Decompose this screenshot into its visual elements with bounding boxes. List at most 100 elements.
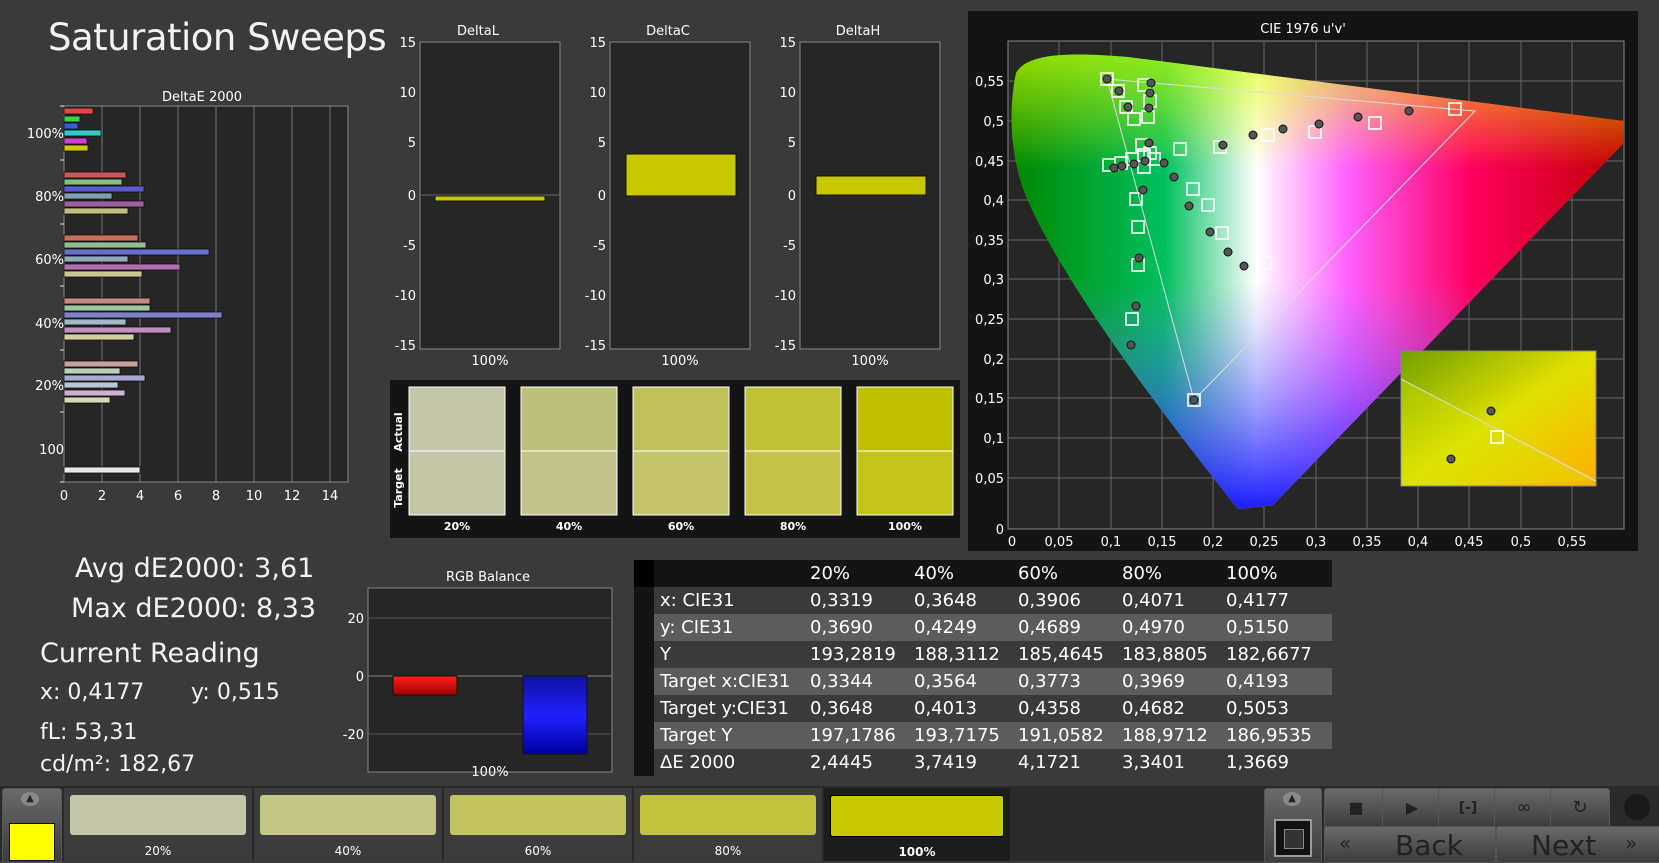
cie-y-tick: 0,1 [983,432,1004,447]
status-indicator [1624,794,1650,820]
deltae-x-tick: 2 [98,489,106,504]
stop-toggle-button[interactable]: ▲ [1264,788,1322,863]
refresh-icon: ↻ [1572,797,1588,818]
deltae-row-label: 100 [39,443,64,458]
infinity-icon: ∞ [1516,797,1532,818]
sweep-swatch-label: 60% [524,844,552,858]
cie-y-tick: 0,2 [983,353,1004,368]
deltae-row-label: 20% [35,379,64,394]
sweep-swatch-label: 80% [714,844,742,858]
actual-label: Actual [392,412,405,451]
cie-y-tick: 0,4 [983,194,1004,209]
cie-x-tick: 0,15 [1148,535,1177,550]
header-cell: 80% [1122,563,1163,584]
deltae-row-label: 60% [35,253,64,268]
deltah-tick: 10 [779,86,796,101]
deltae-x-tick: 14 [322,489,339,504]
header-cell: 20% [810,563,851,584]
cie-x-tick: 0,05 [1045,535,1074,550]
deltae-x-tick: 0 [60,489,68,504]
sweep-swatch-60[interactable]: 60% [444,788,634,861]
stop-button[interactable]: ■ [1324,788,1388,828]
rgb-tick: 0 [356,670,364,685]
square-icon [1274,819,1312,857]
table-row: Y 193,2819 188,3112 185,4645 183,8805 182,667… [634,641,1332,668]
sweep-swatch-100[interactable]: 100% [824,788,1012,861]
back-button[interactable]: « Back [1324,826,1496,863]
table-row: Target x:CIE31 0,3344 0,3564 0,3773 0,3969 0,… [634,668,1332,695]
deltal-tick: -15 [395,339,416,354]
deltae-row-label: 40% [35,317,64,332]
deltah-category: 100% [851,354,888,369]
actual-swatch-80 [744,386,842,452]
actual-swatch-100 [856,386,954,452]
deltae-x-tick: 10 [246,489,263,504]
table-row: x: CIE31 0,3319 0,3648 0,3906 0,4071 0,4177 [634,587,1332,614]
cie-x-tick: 0,25 [1250,535,1279,550]
next-button[interactable]: Next » [1496,826,1659,863]
deltac-tick: 15 [589,36,606,51]
deltae-row-label: 100% [27,127,64,142]
loop-button[interactable]: ∞ [1494,788,1554,828]
max-de: Max dE2000: 8,33 [71,593,317,624]
deltah-tick: -15 [775,339,796,354]
cie-y-tick: 0 [996,523,1004,538]
sweep-swatch-20[interactable]: 20% [64,788,254,861]
cie-y-tick: 0,05 [975,472,1004,487]
deltah-tick: -5 [783,239,796,254]
cie-y-tick: 0,55 [975,75,1004,90]
cie-x-tick: 0,35 [1353,535,1382,550]
table-header-row: 20% 40% 60% 80% 100% [634,560,1332,587]
target-swatch-40 [520,450,618,516]
deltac-tick: 10 [589,86,606,101]
deltac-tick: -5 [593,239,606,254]
cie-x-tick: 0,2 [1203,535,1224,550]
swatch-label: 40% [556,520,582,533]
deltah-chart [799,41,941,350]
rgb-tick: 20 [347,612,364,627]
color-picker-button[interactable]: ▲ [2,788,62,863]
back-label: Back [1395,829,1463,862]
target-swatch-20 [408,450,506,516]
refresh-button[interactable]: ↻ [1550,788,1610,828]
header-cell: 40% [914,563,955,584]
table-row: ΔE 2000 2,4445 3,7419 4,1721 3,3401 1,3669 [634,749,1332,776]
fit-button[interactable]: [-] [1438,788,1498,828]
play-button[interactable]: ▶ [1382,788,1442,828]
stop-icon: ■ [1348,798,1364,817]
deltac-tick: 0 [598,189,606,204]
deltal-tick: 10 [399,86,416,101]
deltae-chart: 100% 80% 60% 40% 20% 100 0 2 4 6 8 10 12… [27,105,349,504]
deltah-tick: 5 [788,136,796,151]
cie-zoom-inset [1400,350,1597,487]
rgb-tick: -20 [343,728,364,743]
red-bar [392,675,458,696]
actual-swatch-60 [632,386,730,452]
deltal-tick: 5 [408,136,416,151]
cie-x-tick: 0,45 [1455,535,1484,550]
table-row: y: CIE31 0,3690 0,4249 0,4689 0,4970 0,5150 [634,614,1332,641]
cie-x-tick: 0 [1008,535,1016,550]
sweep-swatch-40[interactable]: 40% [254,788,444,861]
cie-y-tick: 0,3 [983,273,1004,288]
sweep-swatch-80[interactable]: 80% [634,788,824,861]
deltae-row-label: 80% [35,190,64,205]
current-color-swatch [9,823,55,861]
actual-swatch-20 [408,386,506,452]
deltac-tick: -10 [585,289,606,304]
data-table: 20% 40% 60% 80% 100% x: CIE31 0,3319 0,364… [634,560,1332,782]
deltae-x-tick: 6 [174,489,182,504]
cie-y-tick: 0,15 [975,392,1004,407]
fit-icon: [-] [1458,800,1478,816]
swatch-panel: Actual Target 20% 40% 60% 80% 100% [390,380,960,538]
deltac-tick: -15 [585,339,606,354]
target-swatch-100 [856,450,954,516]
rgb-category: 100% [471,765,509,780]
deltal-tick: -5 [403,239,416,254]
deltal-tick: 15 [399,36,416,51]
avg-de: Avg dE2000: 3,61 [75,553,315,584]
cie-x-tick: 0,55 [1558,535,1587,550]
delta-charts: 15 10 5 0 -5 -10 -15 15 10 5 0 -5 -10 -1… [395,36,941,369]
cie-y-tick: 0,5 [983,115,1004,130]
cie-x-tick: 0,5 [1511,535,1532,550]
